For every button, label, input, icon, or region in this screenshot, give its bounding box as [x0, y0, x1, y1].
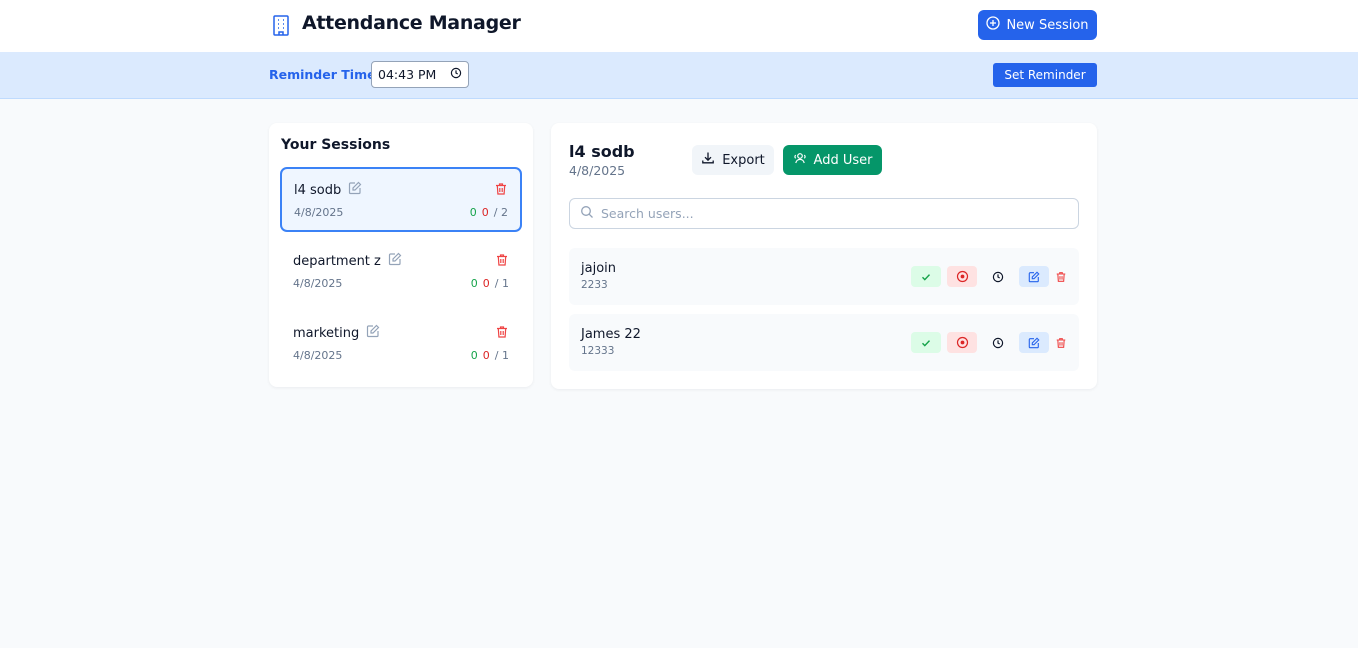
check-icon [922, 273, 931, 281]
present-count: 0 [469, 206, 477, 219]
session-stats: 0 0 / 1 [471, 277, 509, 290]
plus-circle-icon [986, 16, 1001, 34]
mark-absent-button[interactable] [947, 332, 977, 353]
trash-icon [1056, 271, 1066, 282]
edit-icon[interactable] [388, 252, 402, 270]
reminder-time-input[interactable]: 04:43 PM [371, 61, 469, 88]
total-count: / 1 [494, 277, 509, 290]
mark-absent-button[interactable] [947, 266, 977, 287]
check-icon [922, 339, 931, 347]
total-count: / 1 [494, 349, 509, 362]
user-id: 12333 [581, 345, 615, 357]
user-name: James 22 [581, 327, 641, 342]
session-stats: 0 0 / 1 [471, 349, 509, 362]
user-row: jajoin 2233 [569, 248, 1079, 305]
search-input[interactable] [601, 206, 1071, 221]
export-button[interactable]: Export [692, 145, 774, 175]
edit-icon [1028, 270, 1040, 282]
session-name: department z [293, 253, 381, 269]
reminder-bar: Reminder Time: 04:43 PM Set Reminder [0, 52, 1358, 99]
session-date: 4/8/2025 [293, 349, 343, 362]
edit-icon [1028, 336, 1040, 348]
download-icon [701, 151, 715, 169]
building-icon [271, 14, 291, 36]
clock-icon [992, 337, 1004, 348]
total-count: / 2 [493, 206, 508, 219]
session-date: 4/8/2025 [294, 206, 344, 219]
new-session-label: New Session [1006, 17, 1089, 33]
app-header: Attendance Manager New Session [0, 0, 1358, 52]
session-name: marketing [293, 325, 360, 341]
user-row: James 22 12333 [569, 314, 1079, 371]
mark-late-button[interactable] [983, 332, 1013, 353]
reminder-time-value: 04:43 PM [378, 67, 437, 82]
delete-user-button[interactable] [1054, 332, 1068, 353]
users-icon [793, 151, 807, 169]
new-session-button[interactable]: New Session [978, 10, 1097, 40]
edit-icon[interactable] [348, 181, 362, 199]
add-user-button[interactable]: Add User [783, 145, 882, 175]
trash-icon[interactable] [495, 252, 509, 266]
absent-count: 0 [482, 277, 490, 290]
delete-user-button[interactable] [1054, 266, 1068, 287]
absent-count: 0 [481, 206, 489, 219]
session-stats: 0 0 / 2 [470, 206, 508, 219]
sessions-title: Your Sessions [281, 137, 391, 153]
mark-present-button[interactable] [911, 266, 941, 287]
set-reminder-button[interactable]: Set Reminder [993, 63, 1097, 87]
edit-user-button[interactable] [1019, 332, 1049, 353]
search-box[interactable] [569, 198, 1079, 229]
trash-icon [1056, 337, 1066, 348]
trash-icon[interactable] [495, 324, 509, 338]
user-name: jajoin [581, 261, 616, 276]
search-icon [580, 204, 594, 223]
session-date: 4/8/2025 [293, 277, 343, 290]
session-detail-panel: l4 sodb 4/8/2025 Export Add User jajoin … [551, 123, 1097, 389]
present-count: 0 [470, 349, 478, 362]
session-detail-date: 4/8/2025 [569, 163, 626, 178]
x-circle-icon [956, 270, 968, 283]
app-title: Attendance Manager [302, 12, 521, 34]
x-circle-icon [956, 336, 968, 349]
reminder-time-label: Reminder Time: [269, 67, 381, 82]
edit-user-button[interactable] [1019, 266, 1049, 287]
absent-count: 0 [482, 349, 490, 362]
user-id: 2233 [581, 279, 608, 291]
mark-late-button[interactable] [983, 266, 1013, 287]
add-user-label: Add User [813, 152, 873, 168]
edit-icon[interactable] [366, 324, 380, 342]
clock-icon[interactable] [450, 67, 462, 82]
present-count: 0 [470, 277, 478, 290]
session-item[interactable]: l4 sodb 4/8/2025 0 0 / 2 [280, 167, 522, 232]
clock-icon [992, 271, 1004, 282]
session-item[interactable]: marketing 4/8/2025 0 0 / 1 [280, 311, 522, 376]
session-item[interactable]: department z 4/8/2025 0 0 / 1 [280, 239, 522, 304]
export-label: Export [722, 152, 765, 168]
trash-icon[interactable] [494, 181, 508, 195]
mark-present-button[interactable] [911, 332, 941, 353]
sessions-panel: Your Sessions l4 sodb 4/8/2025 0 0 / 2 d… [269, 123, 533, 387]
session-title: l4 sodb [569, 142, 635, 161]
session-name: l4 sodb [294, 182, 342, 198]
